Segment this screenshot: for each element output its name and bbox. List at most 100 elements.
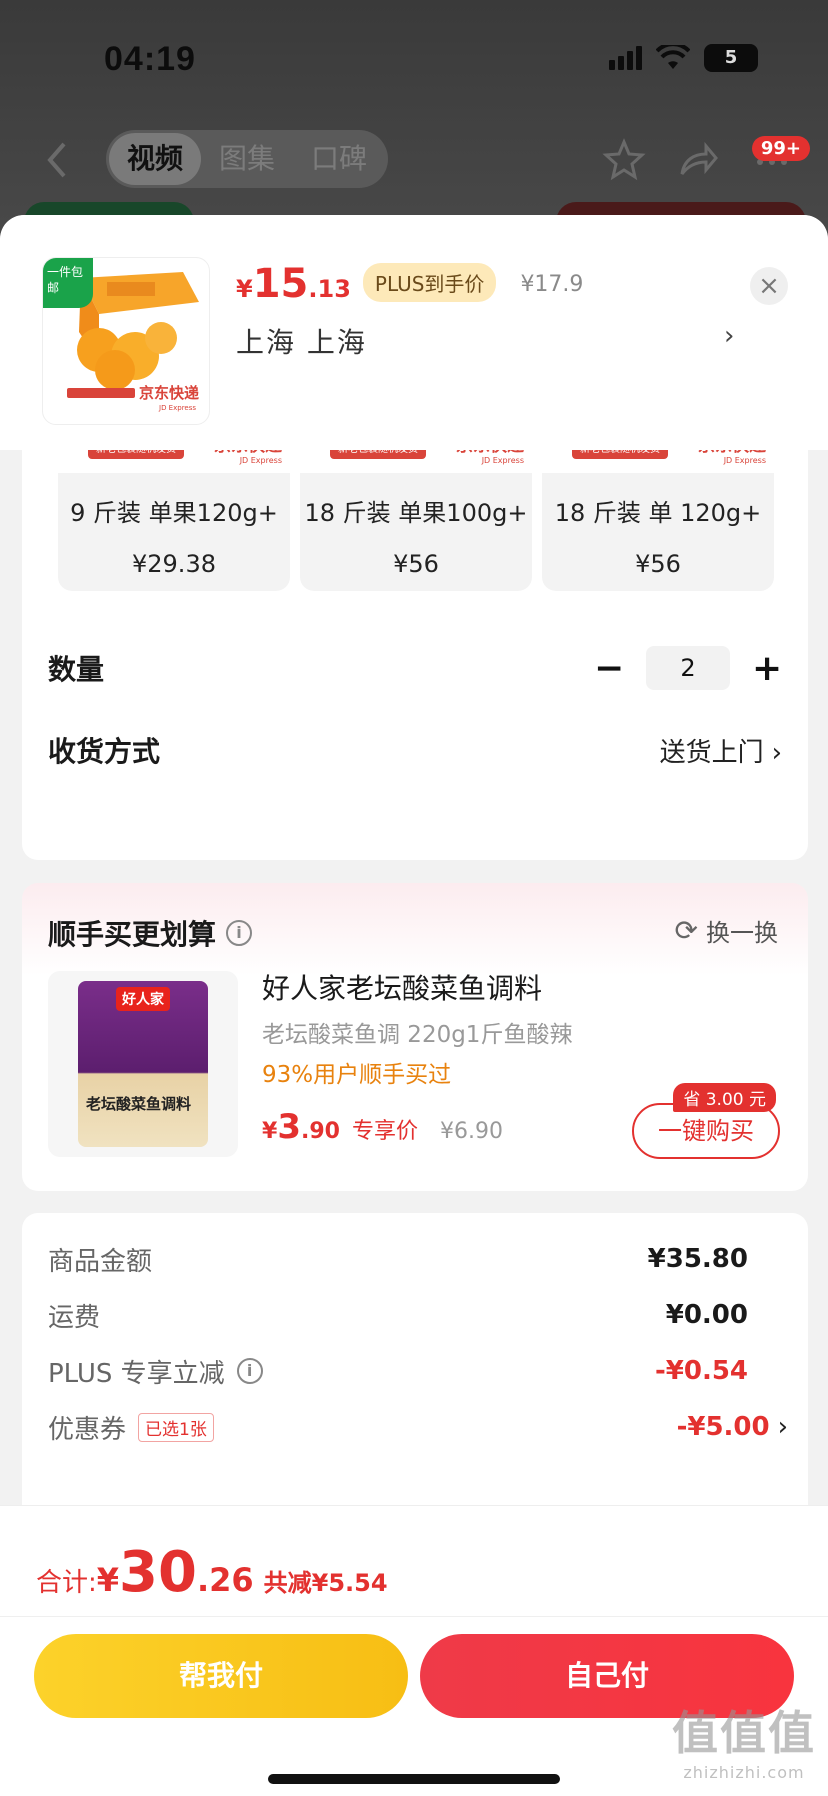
spec-name: 18 斤装 单果100g+: [304, 499, 528, 527]
fee-label-wrap: PLUS 专享立减 i: [48, 1353, 263, 1390]
tab-gallery[interactable]: 图集: [201, 133, 293, 185]
total-label: 合计:: [36, 1568, 97, 1598]
divider: [0, 1616, 828, 1617]
fee-row: 商品金额 ¥35.80: [48, 1239, 748, 1279]
free-shipping-tag: 一件包邮: [43, 258, 93, 308]
original-price: ¥6.90: [439, 1119, 503, 1144]
checkout-footer: 合计: ¥ 30 .26 共减¥5.54 帮我付 自己付 值值值 zhizhiz…: [0, 1505, 828, 1796]
delivery-address[interactable]: 上海 上海: [236, 321, 367, 361]
shipping-value-wrap: 送货上门 ›: [660, 732, 782, 769]
total-integer: 30: [119, 1540, 197, 1605]
shipping-value: 送货上门: [659, 737, 764, 768]
coupon-value-wrap: -¥5.00 ›: [677, 1412, 788, 1442]
help-me-pay-button[interactable]: 帮我付: [34, 1634, 408, 1718]
price-symbol: ¥: [262, 1119, 278, 1144]
quantity-label: 数量: [48, 653, 105, 686]
media-tabs: 视频 图集 口碑: [106, 130, 388, 188]
savings-badge: 省 3.00 元: [673, 1083, 776, 1112]
coupon-selected-tag: 已选1张: [138, 1412, 214, 1442]
battery-icon: 5: [704, 44, 758, 72]
total-decimal: .26: [196, 1561, 254, 1599]
bundle-card: 顺手买更划算 i ⟳ 换一换 好人家 老坛酸菜鱼调料 好人家老坛酸菜鱼调料 老坛…: [22, 883, 808, 1191]
price-row: ¥ 15 .13 PLUS到手价 ¥17.9: [236, 261, 583, 308]
svg-text:JD Express: JD Express: [158, 404, 196, 412]
share-icon[interactable]: [676, 138, 720, 182]
total-savings: 共减¥5.54: [263, 1569, 388, 1597]
wifi-icon: [656, 45, 690, 69]
status-icons: 5: [609, 44, 758, 72]
spec-name: 18 斤装 单 120g+: [554, 499, 762, 527]
price-decimal: .13: [308, 275, 351, 303]
close-button[interactable]: ×: [750, 267, 788, 305]
original-price: ¥17.9: [520, 272, 584, 297]
price-integer: 3: [277, 1107, 301, 1147]
watermark: 值值值 zhizhizhi.com: [672, 1697, 816, 1782]
sheet-header: 一件包邮 京东快递 JD Express ¥ 15 .13 PLUS到手价 ¥1…: [0, 215, 828, 450]
chevron-right-icon: ›: [771, 737, 782, 768]
spec-price: ¥29.38: [132, 550, 216, 578]
nav-bar: 视频 图集 口碑 99+: [0, 128, 828, 192]
shipping-label: 收货方式: [48, 735, 161, 768]
quantity-input[interactable]: 2: [646, 646, 730, 690]
price-decimal: .90: [300, 1119, 340, 1144]
bundle-product-subtitle: 老坛酸菜鱼调 220g1斤鱼酸辣: [262, 1022, 573, 1048]
total-symbol: ¥: [96, 1561, 120, 1599]
purchase-sheet: 一件包邮 京东快递 JD Express ¥ 15 .13 PLUS到手价 ¥1…: [0, 215, 828, 1796]
spec-price: ¥56: [393, 550, 439, 578]
shipping-row[interactable]: 收货方式 送货上门 ›: [48, 725, 782, 775]
info-icon[interactable]: i: [226, 920, 253, 946]
tab-video[interactable]: 视频: [109, 133, 201, 185]
watermark-url: zhizhizhi.com: [683, 1763, 805, 1782]
spec-price: ¥56: [635, 550, 681, 578]
fee-label: 运费: [48, 1302, 101, 1333]
spec-card: 新老包装随机发货 京东快递JD Express 9 斤装 单果120g+ ¥29…: [22, 405, 808, 860]
svg-text:京东快递: 京东快递: [139, 384, 199, 402]
fee-value: ¥0.00: [665, 1300, 748, 1330]
plus-price-badge: PLUS到手价: [362, 263, 497, 302]
bundle-title: 顺手买更划算: [48, 918, 217, 951]
product-thumbnail: 一件包邮 京东快递 JD Express: [42, 257, 210, 425]
decrement-button[interactable]: −: [594, 648, 624, 689]
quantity-row: 数量 − 2 +: [48, 643, 782, 693]
fee-value: ¥35.80: [647, 1244, 748, 1274]
brand-logo: 好人家: [116, 987, 170, 1011]
social-proof: 93%用户顺手买过: [262, 1062, 452, 1088]
increment-button[interactable]: +: [752, 648, 782, 689]
star-icon[interactable]: [602, 138, 646, 182]
signal-icon: [609, 46, 642, 70]
info-icon[interactable]: i: [236, 1358, 263, 1384]
quantity-stepper: − 2 +: [594, 646, 782, 690]
exclusive-price-label: 专享价: [351, 1119, 418, 1144]
fee-summary-card: 商品金额 ¥35.80 运费 ¥0.00 PLUS 专享立减 i -¥0.54 …: [22, 1213, 808, 1513]
more-menu[interactable]: 99+: [750, 136, 820, 182]
bundle-product-image[interactable]: 好人家 老坛酸菜鱼调料: [48, 971, 238, 1157]
total-row: 合计: ¥ 30 .26 共减¥5.54: [36, 1540, 388, 1605]
bundle-price-row: ¥ 3 .90 专享价 ¥6.90: [262, 1107, 503, 1147]
status-time: 04:19: [104, 40, 196, 78]
fee-label: 商品金额: [48, 1246, 153, 1277]
watermark-logo: 值值值: [672, 1706, 816, 1760]
back-icon[interactable]: [38, 138, 78, 182]
tab-reviews[interactable]: 口碑: [293, 133, 385, 185]
home-indicator[interactable]: [268, 1774, 560, 1784]
spec-name: 9 斤装 单果120g+: [70, 499, 278, 527]
bundle-title-row: 顺手买更划算 i: [48, 913, 253, 953]
fee-value: -¥0.54: [654, 1356, 748, 1386]
pack-text: 老坛酸菜鱼调料: [86, 1095, 192, 1113]
fee-row: PLUS 专享立减 i -¥0.54: [48, 1351, 748, 1391]
seasoning-pack-image: 好人家 老坛酸菜鱼调料: [78, 981, 208, 1147]
fee-label: PLUS 专享立减: [48, 1358, 225, 1389]
refresh-icon: ⟳: [674, 914, 698, 947]
notification-badge: 99+: [751, 136, 810, 161]
swap-button[interactable]: ⟳ 换一换: [675, 913, 778, 948]
chevron-right-icon[interactable]: ›: [724, 321, 734, 351]
fee-label-wrap: 优惠券 已选1张: [48, 1409, 214, 1446]
price-integer: 15: [252, 261, 309, 307]
fee-row: 运费 ¥0.00: [48, 1295, 748, 1335]
coupon-row[interactable]: 优惠券 已选1张 -¥5.00 ›: [48, 1407, 788, 1447]
status-bar: 04:19 5: [0, 0, 828, 120]
fee-label: 优惠券: [48, 1414, 127, 1445]
price-symbol: ¥: [236, 275, 253, 303]
bundle-product-name[interactable]: 好人家老坛酸菜鱼调料: [262, 967, 542, 1007]
chevron-right-icon: ›: [777, 1412, 788, 1442]
